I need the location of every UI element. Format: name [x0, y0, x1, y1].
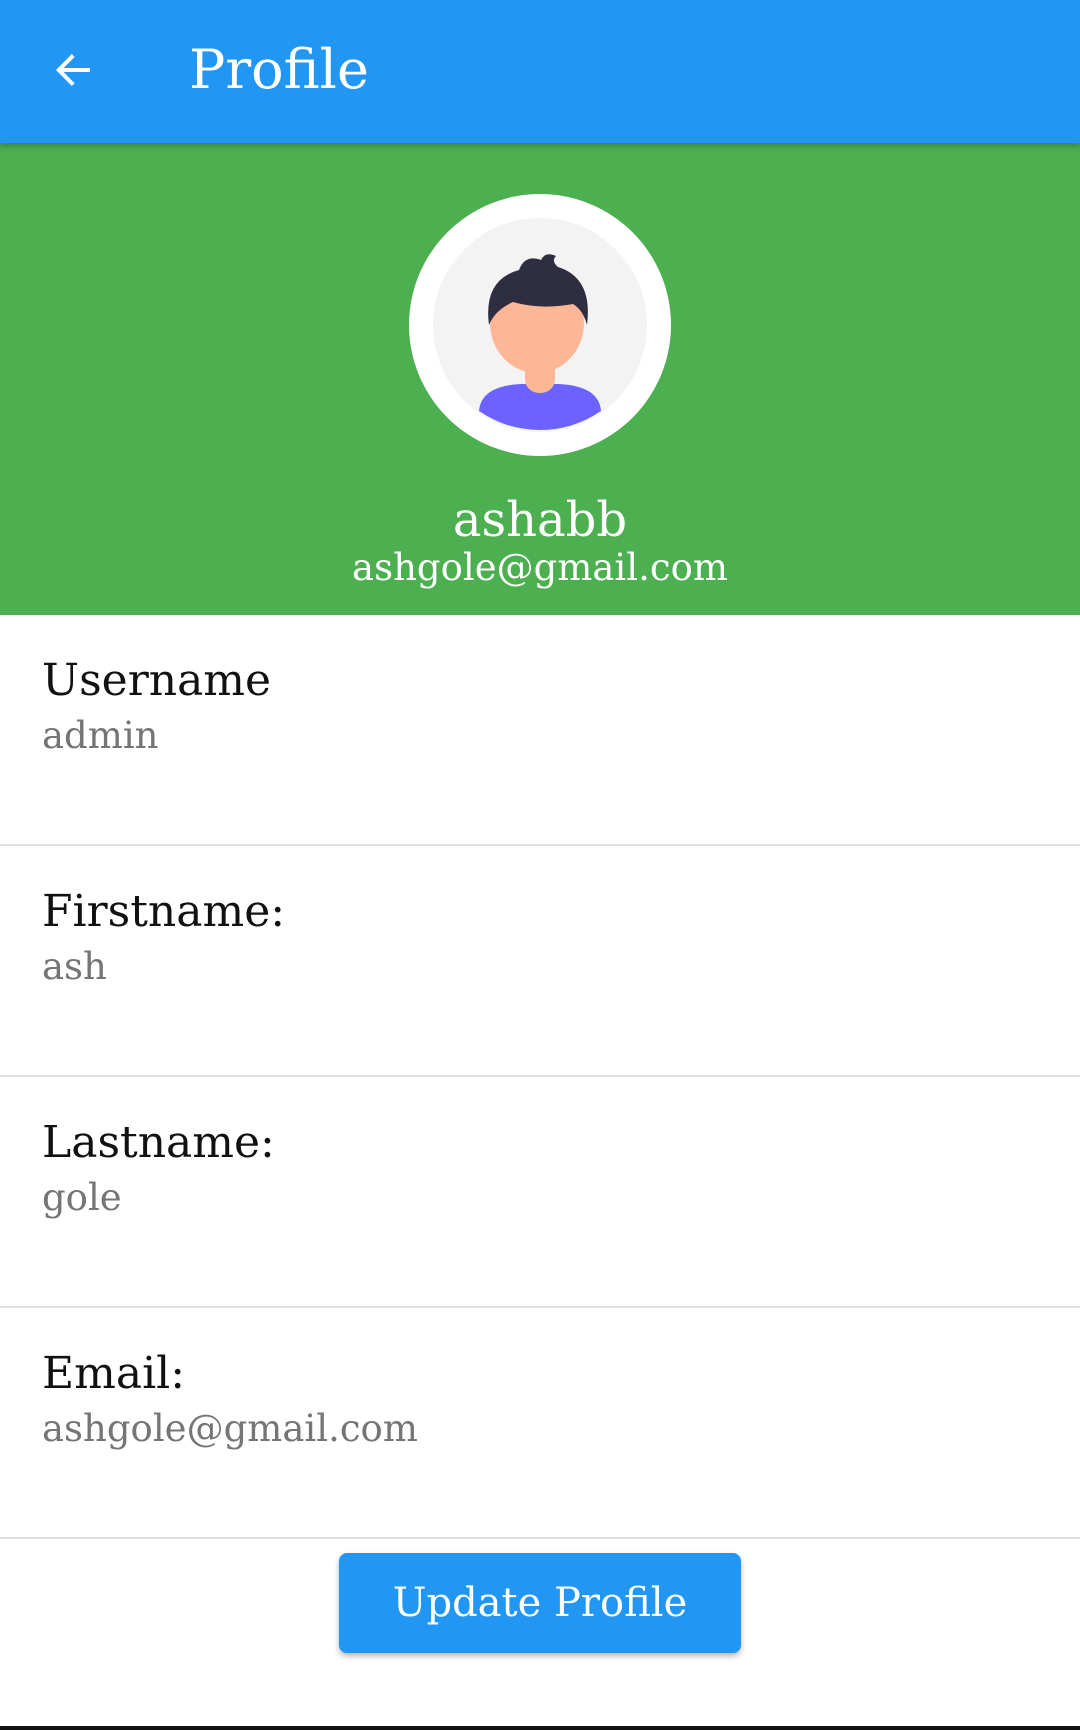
- field-value: gole: [42, 1176, 122, 1219]
- profile-header: ashabb ashgole@gmail.com: [0, 143, 1080, 615]
- profile-display-name: ashabb: [452, 492, 628, 548]
- field-label: Lastname:: [42, 1117, 275, 1168]
- field-label: Email:: [42, 1348, 186, 1399]
- arrow-back-icon: [50, 46, 98, 98]
- field-email: Email: ashgole@gmail.com: [0, 1308, 1080, 1539]
- user-avatar-icon: [433, 218, 647, 432]
- page-title: Profile: [189, 38, 369, 101]
- profile-header-email: ashgole@gmail.com: [352, 546, 728, 589]
- field-value: ash: [42, 945, 107, 988]
- field-lastname: Lastname: gole: [0, 1077, 1080, 1308]
- avatar-ring: [409, 194, 671, 456]
- bottom-divider: [0, 1726, 1080, 1730]
- field-value: admin: [42, 714, 159, 757]
- back-button[interactable]: [28, 26, 120, 118]
- field-label: Firstname:: [42, 886, 286, 937]
- update-profile-button[interactable]: Update Profile: [339, 1553, 741, 1653]
- field-value: ashgole@gmail.com: [42, 1407, 418, 1450]
- app-bar: Profile: [0, 0, 1080, 143]
- field-firstname: Firstname: ash: [0, 846, 1080, 1077]
- field-username: Username admin: [0, 615, 1080, 846]
- field-label: Username: [42, 655, 272, 706]
